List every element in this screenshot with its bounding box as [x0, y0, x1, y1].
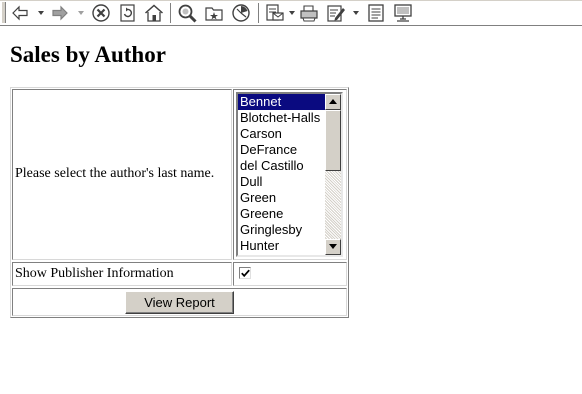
toolbar-separator	[170, 3, 172, 23]
mail-icon	[266, 4, 284, 21]
scroll-thumb[interactable]	[325, 110, 341, 171]
mail-button[interactable]	[265, 3, 285, 23]
discuss-icon	[368, 4, 384, 22]
search-button[interactable]	[177, 3, 197, 23]
toolbar-separator	[258, 3, 260, 23]
edit-dropdown-button[interactable]	[353, 10, 359, 16]
author-prompt-cell: Please select the author's last name.	[12, 89, 232, 260]
author-option[interactable]: Dull	[238, 174, 326, 190]
arrow-down-icon	[329, 244, 337, 249]
history-button[interactable]	[231, 3, 251, 23]
chevron-down-icon	[353, 11, 359, 15]
history-icon	[232, 4, 250, 22]
home-icon	[145, 4, 163, 22]
refresh-button[interactable]	[118, 3, 138, 23]
chevron-down-icon	[78, 11, 84, 15]
favorites-button[interactable]	[204, 3, 224, 23]
author-option[interactable]: Blotchet-Halls	[238, 110, 326, 126]
author-option[interactable]: DeFrance	[238, 142, 326, 158]
author-option[interactable]: del Castillo	[238, 158, 326, 174]
author-option[interactable]: Hunter	[238, 238, 326, 254]
messenger-icon	[394, 4, 412, 22]
chevron-down-icon	[289, 11, 295, 15]
scroll-up-button[interactable]	[325, 94, 341, 110]
discuss-button[interactable]	[366, 3, 386, 23]
edit-button[interactable]	[326, 3, 346, 23]
author-listbox[interactable]: Bennet Blotchet-Halls Carson DeFrance del Ca…	[236, 92, 343, 257]
stop-button[interactable]	[91, 3, 111, 23]
browser-toolbar	[0, 0, 582, 26]
forward-dropdown-button[interactable]	[78, 10, 84, 16]
page-title: Sales by Author	[10, 42, 166, 67]
author-option[interactable]: Bennet	[238, 94, 326, 110]
show-publisher-checkbox[interactable]	[239, 267, 251, 279]
back-button[interactable]	[10, 3, 30, 23]
back-dropdown-button[interactable]	[38, 10, 44, 16]
author-list-scrollbar[interactable]	[325, 94, 341, 255]
forward-icon	[52, 5, 68, 21]
back-icon	[12, 5, 28, 21]
author-option[interactable]: Green	[238, 190, 326, 206]
toolbar-top-rule	[0, 0, 582, 1]
author-option[interactable]: Gringlesby	[238, 222, 326, 238]
author-option[interactable]: Carson	[238, 126, 326, 142]
arrow-up-icon	[329, 99, 337, 104]
forward-button[interactable]	[50, 3, 70, 23]
author-list-items: Bennet Blotchet-Halls Carson DeFrance del Ca…	[238, 94, 326, 254]
messenger-button[interactable]	[393, 3, 413, 23]
scroll-down-button[interactable]	[325, 239, 341, 255]
home-button[interactable]	[144, 3, 164, 23]
publisher-label: Show Publisher Information	[15, 266, 174, 281]
toolbar-grip[interactable]	[1, 2, 6, 23]
print-icon	[300, 5, 318, 22]
refresh-icon	[120, 4, 135, 22]
favorites-icon	[205, 7, 223, 21]
print-button[interactable]	[299, 3, 319, 23]
author-prompt-label: Please select the author's last name.	[15, 166, 215, 181]
author-option[interactable]: Greene	[238, 206, 326, 222]
checkmark-icon	[241, 269, 250, 278]
publisher-label-cell: Show Publisher Information	[12, 262, 232, 286]
search-icon	[178, 4, 197, 23]
view-report-button[interactable]: View Report	[125, 291, 234, 314]
stop-icon	[92, 4, 110, 22]
edit-icon	[327, 5, 345, 22]
chevron-down-icon	[38, 11, 44, 15]
mail-dropdown-button[interactable]	[289, 10, 295, 16]
